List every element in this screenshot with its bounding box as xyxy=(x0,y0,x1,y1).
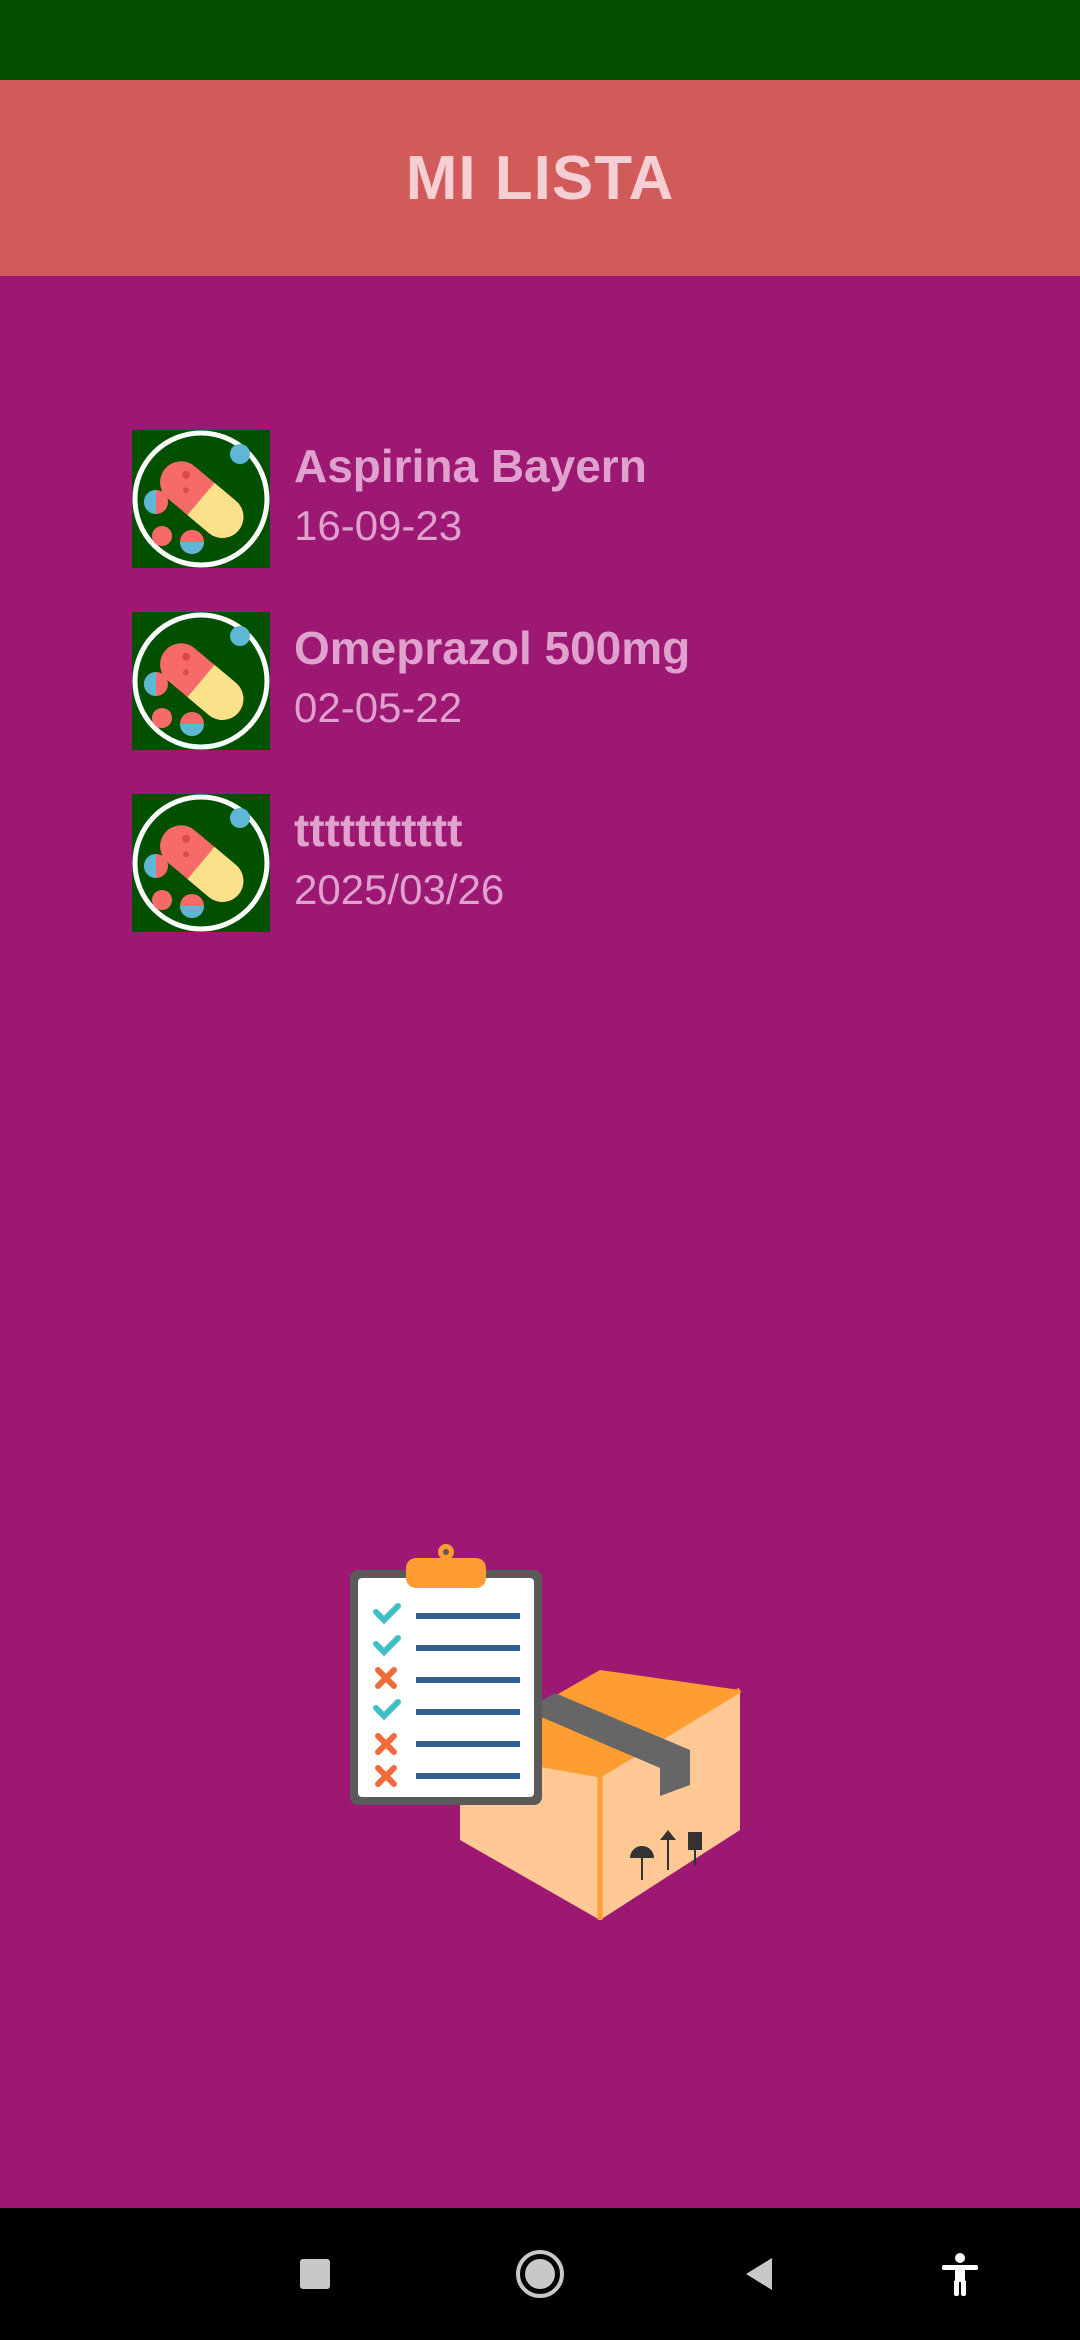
list-item[interactable]: Omeprazol 500mg 02-05-22 xyxy=(132,612,1032,750)
status-bar xyxy=(0,0,1080,80)
recents-square-icon[interactable] xyxy=(285,2244,345,2304)
pills-icon xyxy=(132,794,270,932)
back-triangle-icon[interactable] xyxy=(730,2244,790,2304)
list-item[interactable]: Aspirina Bayern 16-09-23 xyxy=(132,430,1032,568)
page-title: MI LISTA xyxy=(405,143,675,213)
pills-icon xyxy=(132,612,270,750)
system-nav-bar xyxy=(0,2208,1080,2340)
item-name: Omeprazol 500mg xyxy=(294,622,691,674)
item-date: 2025/03/26 xyxy=(294,866,505,913)
item-date: 02-05-22 xyxy=(294,684,463,731)
pills-icon xyxy=(132,430,270,568)
home-circle-icon[interactable] xyxy=(510,2244,570,2304)
list-item[interactable]: ttttttttttt 2025/03/26 xyxy=(132,794,1032,932)
medicine-list: Aspirina Bayern 16-09-23 Omeprazol 500mg… xyxy=(132,430,1032,976)
item-name: ttttttttttt xyxy=(294,804,463,856)
item-name: Aspirina Bayern xyxy=(294,440,647,492)
item-date: 16-09-23 xyxy=(294,502,463,549)
accessibility-icon[interactable] xyxy=(930,2244,990,2304)
checklist-box-illustration xyxy=(340,1540,750,1920)
app-header: MI LISTA xyxy=(0,80,1080,276)
